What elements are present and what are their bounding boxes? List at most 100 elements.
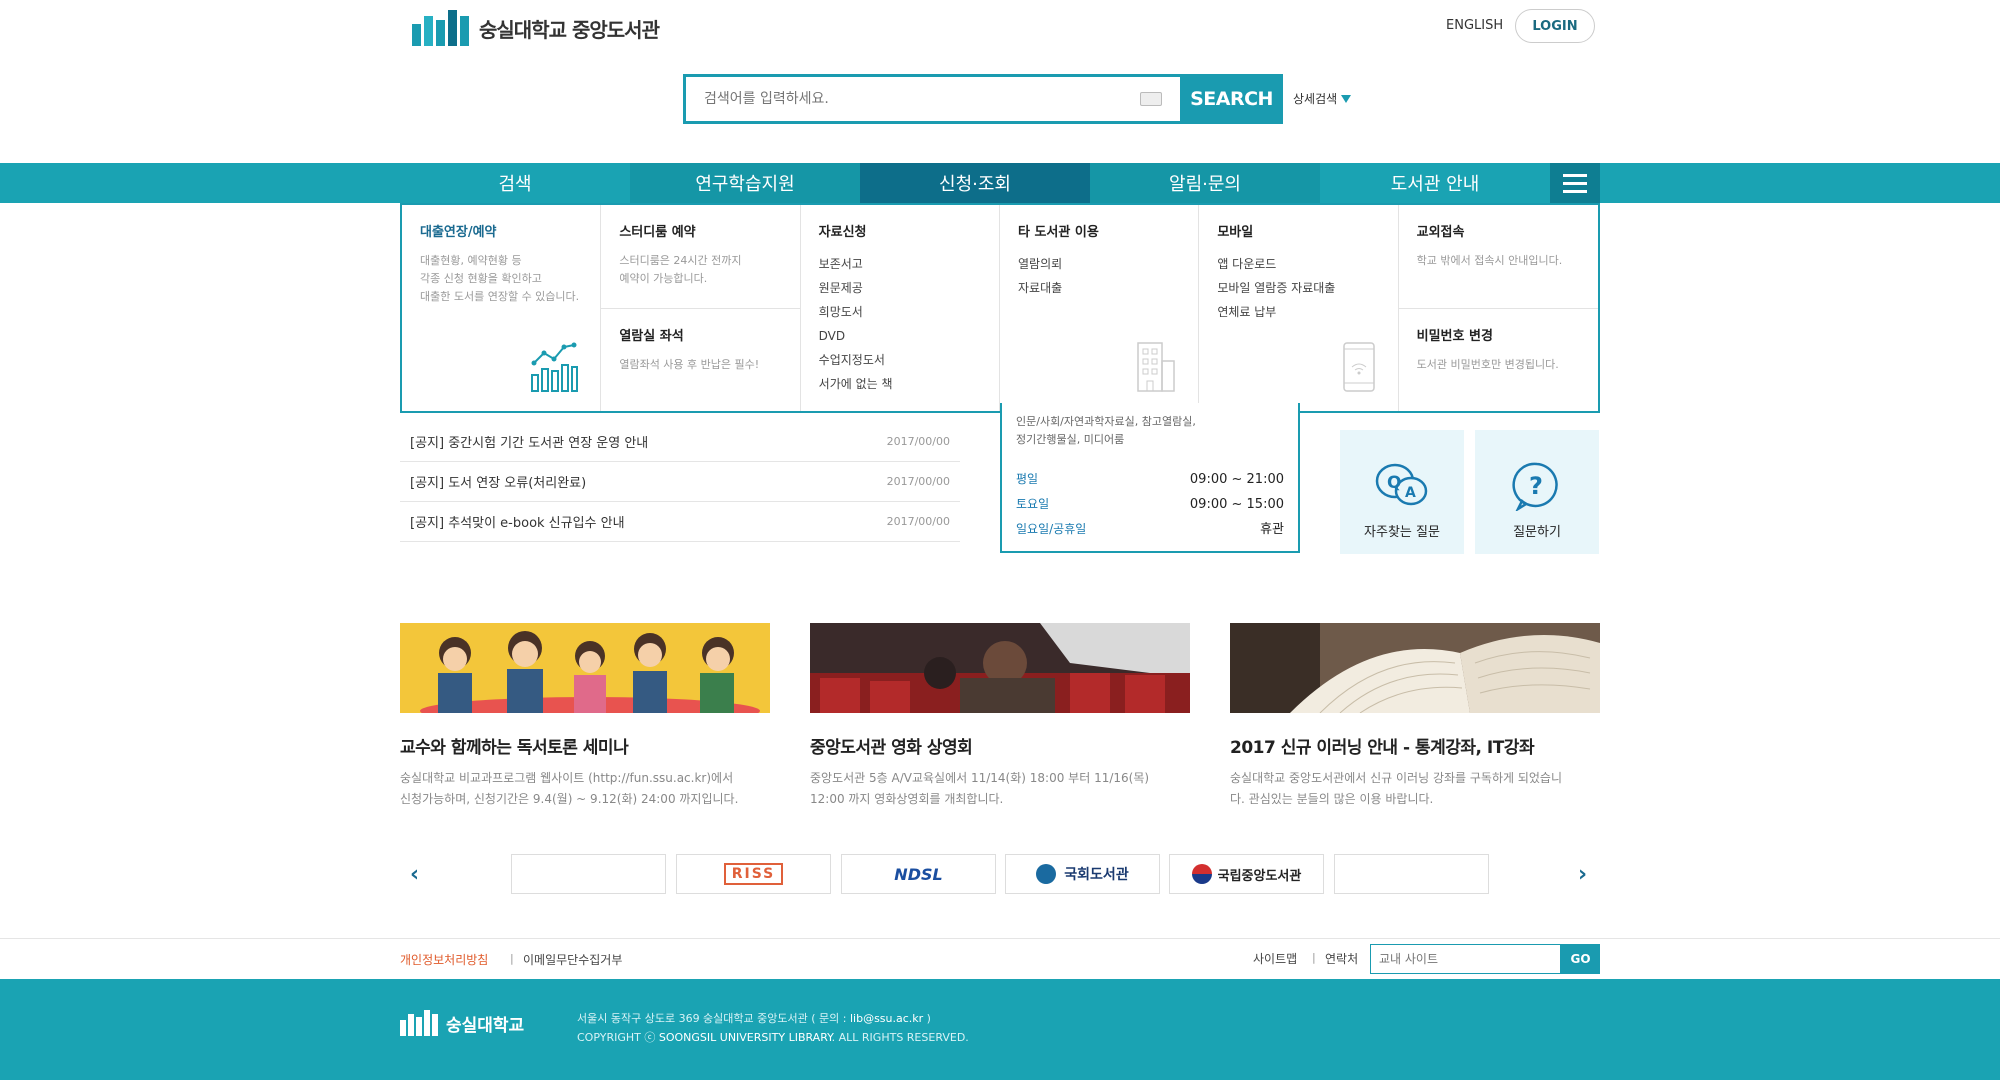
menu-title-studyroom[interactable]: 스터디룸 예약 bbox=[619, 221, 781, 240]
menu-item[interactable]: 서가에 없는 책 bbox=[819, 372, 981, 396]
menu-col-loan: 대출연장/예약 대출현황, 예약현황 등 각종 신청 현황을 확인하고 대출한 … bbox=[402, 205, 602, 411]
menu-item[interactable]: 열람의뢰 bbox=[1018, 252, 1180, 276]
go-button[interactable]: GO bbox=[1561, 944, 1600, 974]
english-link[interactable]: ENGLISH bbox=[1446, 18, 1503, 33]
hours-day: 일요일/공휴일 bbox=[1016, 522, 1087, 536]
hours-time: 09:00 ~ 21:00 bbox=[1189, 472, 1284, 487]
menu-title-loan[interactable]: 대출연장/예약 bbox=[420, 221, 582, 240]
partner-link[interactable] bbox=[511, 854, 666, 894]
search-button[interactable]: SEARCH bbox=[1180, 74, 1283, 124]
svg-text:Q: Q bbox=[1387, 473, 1401, 493]
menu-item[interactable]: 연체료 납부 bbox=[1217, 300, 1379, 324]
svg-text:?: ? bbox=[1529, 472, 1543, 500]
banner-image bbox=[1230, 623, 1600, 713]
menu-title-offcampus[interactable]: 교외접속 bbox=[1417, 221, 1580, 240]
svg-text:A: A bbox=[1405, 485, 1416, 501]
menu-desc: 학교 밖에서 접속시 안내입니다. bbox=[1416, 254, 1563, 267]
menu-desc: 예약이 가능합니다. bbox=[619, 272, 708, 285]
menu-item[interactable]: 자료대출 bbox=[1018, 276, 1180, 300]
chevron-left-icon[interactable]: ‹ bbox=[410, 862, 419, 887]
copyright-name: SOONGSIL UNIVERSITY LIBRARY bbox=[658, 1031, 832, 1044]
menu-item[interactable]: DVD bbox=[819, 324, 981, 348]
nav-item-guide[interactable]: 도서관 안내 bbox=[1320, 163, 1550, 203]
contact-link[interactable]: 연락처 bbox=[1325, 950, 1358, 967]
site-logo[interactable]: 숭실대학교 중앙도서관 bbox=[412, 8, 660, 48]
partner-name: 국회도서관 bbox=[1064, 867, 1129, 883]
menu-col-other-library: 타 도서관 이용 열람의뢰 자료대출 bbox=[1000, 205, 1200, 411]
banner-desc-line: 중앙도서관 5층 A/V교육실에서 11/14(화) 18:00 부터 11/1… bbox=[810, 771, 1150, 785]
campus-site-input[interactable] bbox=[1370, 944, 1561, 974]
menu-item[interactable]: 모바일 열람증 자료대출 bbox=[1217, 276, 1379, 300]
menu-item[interactable]: 보존서고 bbox=[819, 252, 981, 276]
hours-row: 평일 09:00 ~ 21:00 bbox=[1016, 467, 1284, 492]
menu-item[interactable]: 원문제공 bbox=[819, 276, 981, 300]
notice-row[interactable]: [공지] 도서 연장 오류(처리완료) 2017/00/00 bbox=[400, 462, 960, 502]
login-button[interactable]: LOGIN bbox=[1515, 9, 1595, 43]
address-text: 서울시 동작구 상도로 369 숭실대학교 중앙도서관 ( 문의 : bbox=[577, 1012, 850, 1025]
menu-desc: 열람좌석 사용 후 반납은 필수! bbox=[619, 358, 760, 371]
hours-row: 일요일/공휴일 휴관 bbox=[1016, 517, 1284, 542]
hours-day: 평일 bbox=[1016, 472, 1039, 486]
menu-desc: 스터디룸은 24시간 전까지 bbox=[619, 254, 742, 267]
menu-col-mobile: 모바일 앱 다운로드 모바일 열람증 자료대출 연체료 납부 bbox=[1199, 205, 1399, 411]
menu-title-request[interactable]: 자료신청 bbox=[819, 221, 981, 240]
menu-title-reading-seat[interactable]: 열람실 좌석 bbox=[619, 325, 781, 344]
banner-desc-line: 신청가능하며, 신청기간은 9.4(월) ~ 9.12(화) 24:00 까지입… bbox=[400, 792, 739, 806]
footer bbox=[0, 979, 2000, 1080]
menu-item[interactable]: 희망도서 bbox=[819, 300, 981, 324]
nav-item-notice[interactable]: 알림·문의 bbox=[1090, 163, 1320, 203]
banner-card[interactable]: 2017 신규 이러닝 안내 - 통계강좌, IT강좌 숭실대학교 중앙도서관에… bbox=[1230, 623, 1600, 810]
nav-item-apply[interactable]: 신청·조회 bbox=[860, 163, 1090, 203]
notice-title: [공지] 추석맞이 e-book 신규입수 안내 bbox=[410, 516, 625, 531]
menu-col-study: 스터디룸 예약 스터디룸은 24시간 전까지 예약이 가능합니다. 열람실 좌석… bbox=[601, 205, 801, 411]
menu-title-password[interactable]: 비밀번호 변경 bbox=[1417, 325, 1580, 344]
hours-time: 09:00 ~ 15:00 bbox=[1189, 497, 1284, 512]
logo-mark-icon bbox=[412, 10, 469, 46]
ask-button[interactable]: ? 질문하기 bbox=[1475, 430, 1599, 554]
menu-title-other-library[interactable]: 타 도서관 이용 bbox=[1018, 221, 1180, 240]
partner-link-ndsl[interactable]: NDSL bbox=[841, 854, 996, 894]
partner-link[interactable] bbox=[1334, 854, 1489, 894]
notice-row[interactable]: [공지] 추석맞이 e-book 신규입수 안내 2017/00/00 bbox=[400, 502, 960, 542]
assembly-emblem-icon bbox=[1036, 864, 1057, 884]
banner-card[interactable]: 교수와 함께하는 독서토론 세미나 숭실대학교 비교과프로그램 웹사이트 (ht… bbox=[400, 623, 770, 810]
email-refuse-link[interactable]: 이메일무단수집거부 bbox=[523, 951, 622, 968]
advanced-search-toggle[interactable]: 상세검색 bbox=[1293, 90, 1352, 107]
partner-link-national-assembly[interactable]: 국회도서관 bbox=[1005, 854, 1160, 894]
email-link[interactable]: lib@ssu.ac.kr bbox=[850, 1012, 923, 1025]
nav-item-research[interactable]: 연구학습지원 bbox=[630, 163, 860, 203]
partner-link-riss[interactable]: RISS bbox=[676, 854, 831, 894]
notice-date: 2017/00/00 bbox=[886, 475, 950, 488]
banner-desc-line: 12:00 까지 영화상영회를 개최합니다. bbox=[810, 792, 1004, 806]
hamburger-menu-icon[interactable] bbox=[1550, 163, 1600, 203]
menu-item[interactable]: 앱 다운로드 bbox=[1217, 252, 1379, 276]
chevron-right-icon[interactable]: › bbox=[1578, 862, 1587, 887]
partner-link-national-library[interactable]: 국립중앙도서관 bbox=[1169, 854, 1324, 894]
banner-desc: 중앙도서관 5층 A/V교육실에서 11/14(화) 18:00 부터 11/1… bbox=[810, 768, 1190, 810]
notice-row[interactable]: [공지] 중간시험 기간 도서관 연장 운영 안내 2017/00/00 bbox=[400, 422, 960, 462]
banner-image bbox=[400, 623, 770, 713]
keyboard-icon[interactable] bbox=[1140, 92, 1162, 106]
search-input[interactable] bbox=[686, 77, 1180, 121]
menu-col-offcampus: 교외접속 학교 밖에서 접속시 안내입니다. 비밀번호 변경 도서관 비밀번호만… bbox=[1398, 205, 1598, 411]
footer-logo-text: 숭실대학교 bbox=[446, 1015, 525, 1036]
menu-item[interactable]: 수업지정도서 bbox=[819, 348, 981, 372]
hours-place: 인문/사회/자연과학자료실, 참고열람실, 정기간행물실, 미디어룸 bbox=[1016, 413, 1284, 449]
opening-hours: 인문/사회/자연과학자료실, 참고열람실, 정기간행물실, 미디어룸 평일 09… bbox=[1000, 403, 1300, 553]
nav-item-search[interactable]: 검색 bbox=[400, 163, 630, 203]
notice-title: [공지] 중간시험 기간 도서관 연장 운영 안내 bbox=[410, 436, 649, 451]
copyright-pre: COPYRIGHT ⓒ bbox=[577, 1031, 659, 1044]
search-box bbox=[683, 74, 1183, 124]
notice-title: [공지] 도서 연장 오류(처리완료) bbox=[410, 476, 587, 491]
advanced-search-label: 상세검색 bbox=[1293, 92, 1338, 106]
sitemap-link[interactable]: 사이트맵 bbox=[1253, 950, 1297, 967]
banner-desc: 숭실대학교 비교과프로그램 웹사이트 (http://fun.ssu.ac.kr… bbox=[400, 768, 770, 810]
hours-time: 휴관 bbox=[1260, 522, 1284, 537]
banner-image bbox=[810, 623, 1190, 713]
partner-name: 국립중앙도서관 bbox=[1217, 868, 1302, 884]
footer-logo: 숭실대학교 bbox=[400, 1010, 524, 1036]
privacy-policy-link[interactable]: 개인정보처리방침 bbox=[400, 951, 488, 968]
menu-title-mobile[interactable]: 모바일 bbox=[1217, 221, 1379, 240]
faq-button[interactable]: Q A 자주찾는 질문 bbox=[1340, 430, 1464, 554]
banner-card[interactable]: 중앙도서관 영화 상영회 중앙도서관 5층 A/V교육실에서 11/14(화) … bbox=[810, 623, 1190, 810]
